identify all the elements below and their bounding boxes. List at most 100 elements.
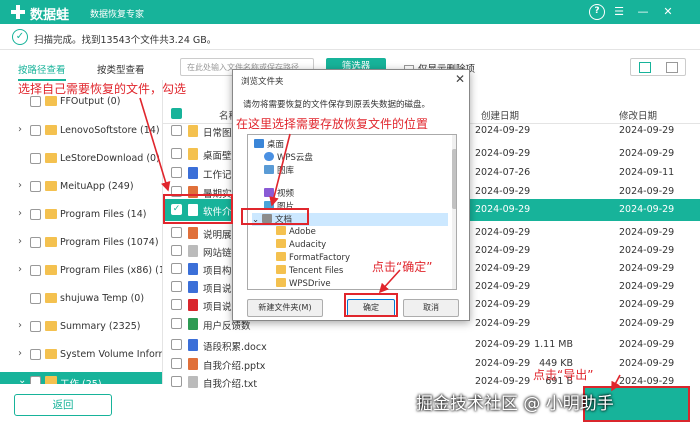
close-icon[interactable]: ✕ <box>455 72 465 86</box>
ppt-file-icon <box>188 358 198 370</box>
check-circle-icon: ✓ <box>12 29 28 45</box>
checkbox[interactable] <box>30 237 41 248</box>
list-view-icon[interactable] <box>666 62 678 73</box>
cloud-icon <box>264 152 274 161</box>
checkbox[interactable] <box>30 265 41 276</box>
folder-icon <box>276 265 286 274</box>
checkbox[interactable] <box>30 349 41 360</box>
checkbox[interactable] <box>171 339 182 350</box>
folder-icon <box>45 321 57 331</box>
checkbox[interactable] <box>30 181 41 192</box>
file-modified: 2024-09-29 <box>619 263 675 274</box>
highlight-documents-folder <box>241 208 309 225</box>
file-created: 2024-07-26 <box>475 167 531 178</box>
chevron-right-icon[interactable]: › <box>18 264 22 275</box>
cancel-button[interactable]: 取消 <box>403 299 459 317</box>
file-modified: 2024-09-29 <box>619 358 675 369</box>
watermark: 掘金技术社区 @ 小明助手 <box>416 394 614 414</box>
sidebar-item[interactable]: › LenovoSoftstore (14) <box>0 121 162 141</box>
file-created: 2024-09-29 <box>475 125 531 136</box>
tree-scrollbar[interactable] <box>452 135 456 289</box>
new-folder-button[interactable]: 新建文件夹(M) <box>247 299 323 317</box>
sidebar-item[interactable]: › Summary (2325) <box>0 317 162 337</box>
checkbox[interactable] <box>171 376 182 387</box>
grid-view-icon[interactable] <box>639 62 651 73</box>
sidebar-item[interactable]: › Program Files (x86) (1976 <box>0 261 162 281</box>
tree-node-wpsdrive[interactable]: WPSDrive <box>276 278 331 289</box>
desktop-folder-icon <box>254 139 264 148</box>
checkbox[interactable] <box>30 321 41 332</box>
help-icon[interactable]: ? <box>589 4 605 20</box>
file-name: 语段积累.docx <box>203 342 267 353</box>
gallery-icon <box>264 165 274 174</box>
scrollbar-thumb[interactable] <box>452 149 456 209</box>
sidebar-item[interactable]: ⌄ 工作 (25) <box>0 372 162 384</box>
chevron-right-icon[interactable]: › <box>18 208 22 219</box>
folder-icon <box>45 96 57 106</box>
select-all-checkbox[interactable] <box>171 108 182 119</box>
video-icon <box>264 188 274 197</box>
checkbox[interactable] <box>171 263 182 274</box>
close-icon[interactable]: ✕ <box>660 4 676 20</box>
chevron-right-icon[interactable]: › <box>18 124 22 135</box>
minimize-icon[interactable]: — <box>635 4 651 20</box>
tree-node-label: 图库 <box>277 166 295 176</box>
sidebar-item-label: FFOutput (0) <box>60 96 121 107</box>
tab-by-path[interactable]: 按路径查看 <box>18 62 66 81</box>
chevron-right-icon[interactable]: › <box>18 348 22 359</box>
sidebar-item[interactable]: › System Volume Informati <box>0 345 162 365</box>
file-modified: 2024-09-29 <box>619 204 675 215</box>
checkbox[interactable] <box>30 376 41 384</box>
chevron-right-icon[interactable]: › <box>18 236 22 247</box>
checkbox[interactable] <box>30 209 41 220</box>
back-button[interactable]: 返回 <box>14 394 112 416</box>
checkbox[interactable] <box>171 227 182 238</box>
tree-node-wps-cloud[interactable]: WPS云盘 <box>264 151 313 164</box>
file-created: 2024-09-29 <box>475 148 531 159</box>
tree-node-desktop[interactable]: 桌面 <box>254 138 284 151</box>
tree-node-audacity[interactable]: Audacity <box>276 239 326 252</box>
sidebar-item-label: 工作 (25) <box>60 376 102 384</box>
sidebar-item[interactable]: shujuwa Temp (0) <box>0 289 162 309</box>
tab-by-type[interactable]: 按类型查看 <box>97 62 145 76</box>
file-created: 2024-09-29 <box>475 245 531 256</box>
pdf-file-icon <box>188 299 198 311</box>
chevron-down-icon[interactable]: ⌄ <box>18 375 26 384</box>
checkbox[interactable] <box>171 281 182 292</box>
file-created: 2024-09-29 <box>475 318 531 329</box>
sidebar-item[interactable]: › MeituApp (249) <box>0 177 162 197</box>
checkbox[interactable] <box>171 167 182 178</box>
file-modified: 2024-09-29 <box>619 227 675 238</box>
menu-icon[interactable]: ☰ <box>611 4 627 20</box>
checkbox[interactable] <box>30 125 41 136</box>
tree-node-tencent-files[interactable]: Tencent Files <box>276 265 343 278</box>
sidebar-item[interactable]: › Program Files (14) <box>0 205 162 225</box>
tree-node-label: 桌面 <box>267 140 285 150</box>
checkbox[interactable] <box>30 96 41 107</box>
tree-node-videos[interactable]: 视频 <box>264 187 294 200</box>
file-modified: 2024-09-29 <box>619 125 675 136</box>
folder-icon <box>45 181 57 191</box>
chevron-right-icon[interactable]: › <box>18 320 22 331</box>
sidebar-item[interactable]: LeStoreDownload (0) <box>0 149 162 169</box>
checkbox[interactable] <box>30 293 41 304</box>
checkbox[interactable] <box>171 358 182 369</box>
sidebar-item-label: LenovoSoftstore (14) <box>60 125 160 136</box>
chevron-right-icon[interactable]: › <box>18 180 22 191</box>
sidebar-item[interactable]: › Program Files (1074) <box>0 233 162 253</box>
file-modified: 2024-09-29 <box>619 339 675 350</box>
checkbox[interactable] <box>171 125 182 136</box>
tree-node-adobe[interactable]: Adobe <box>276 226 316 239</box>
checkbox[interactable] <box>30 153 41 164</box>
folder-icon <box>45 237 57 247</box>
folder-icon <box>45 209 57 219</box>
checkbox[interactable] <box>171 299 182 310</box>
folder-icon <box>188 125 198 137</box>
checkbox[interactable] <box>171 148 182 159</box>
checkbox[interactable] <box>171 318 182 329</box>
tree-node-gallery[interactable]: 图库 <box>264 164 294 177</box>
highlight-selected-file <box>163 194 233 224</box>
text-file-icon <box>188 245 198 257</box>
tree-node-formatfactory[interactable]: FormatFactory <box>276 252 350 265</box>
checkbox[interactable] <box>171 245 182 256</box>
